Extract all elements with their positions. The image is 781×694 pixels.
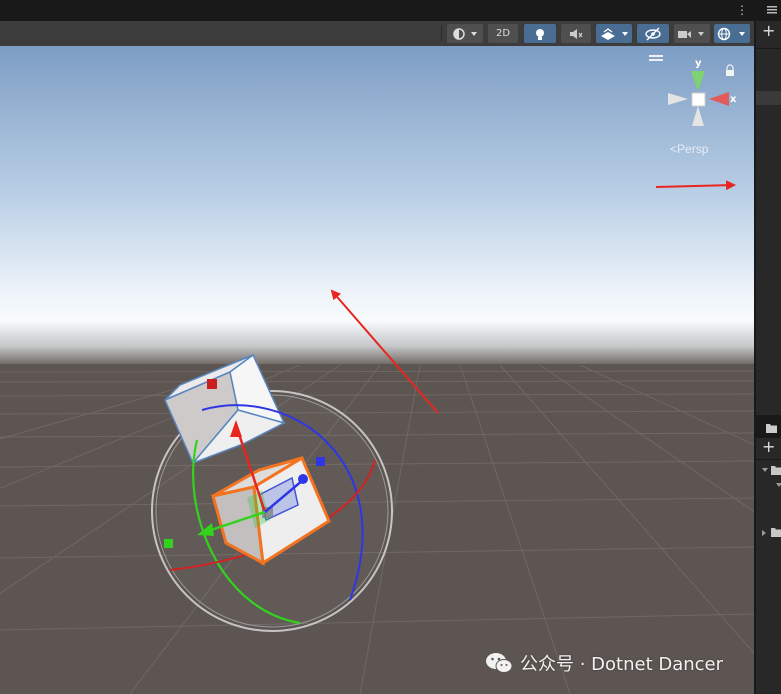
lighting-icon [536,28,544,40]
hierarchy-tab-strip [756,0,781,21]
toolbar-separator [441,25,442,41]
camera-dropdown[interactable] [674,24,710,43]
shading-mode-dropdown[interactable] [447,24,483,43]
project-tree[interactable] [756,462,781,552]
watermark: 公众号 · Dotnet Dancer [484,651,723,675]
audio-toggle-button[interactable] [561,24,591,43]
hidden-objects-icon [645,27,661,40]
panel-divider [756,48,781,49]
list-menu-icon[interactable] [765,4,781,18]
kebab-menu-icon[interactable]: ⋮ [736,3,748,17]
lighting-toggle-button[interactable] [524,24,556,43]
2d-toggle-button[interactable]: 2D [488,24,518,43]
lock-icon[interactable] [726,70,734,76]
shading-mode-icon [453,27,477,40]
scene-viewport[interactable]: y x [0,46,754,694]
projection-toggle[interactable]: <Persp [670,142,708,156]
effects-icon [601,27,628,40]
hidden-objects-toggle-button[interactable] [637,24,669,43]
folder-icon[interactable] [765,422,779,434]
add-icon[interactable]: + [762,439,775,455]
scene-canvas[interactable]: y x [0,46,754,694]
gizmo-y-label: y [695,58,702,69]
right-docked-panels: + + [754,0,781,694]
hierarchy-selected-row[interactable] [756,91,781,105]
panel-divider [756,459,781,460]
audio-icon [570,28,583,39]
gizmos-icon [717,27,745,40]
scene-tab-bar: ⋮ [0,0,754,21]
camera-icon [678,30,704,38]
gizmo-axis-z-head[interactable] [298,474,308,484]
persp-label: Persp [677,142,709,156]
watermark-text: 公众号 · Dotnet Dancer [520,654,724,675]
sky [0,46,754,366]
scale-handle-y[interactable] [164,539,173,548]
wechat-icon [486,653,513,673]
scale-handle-z[interactable] [316,457,325,466]
2d-label: 2D [495,28,511,39]
gizmo-x-label: x [730,94,737,105]
add-icon[interactable]: + [762,23,775,39]
project-tab-strip [756,418,781,438]
gizmo-center-cube[interactable] [691,92,706,107]
effects-dropdown[interactable] [596,24,632,43]
gizmos-dropdown[interactable] [714,24,750,43]
scene-toolbar: 2D [0,21,754,47]
